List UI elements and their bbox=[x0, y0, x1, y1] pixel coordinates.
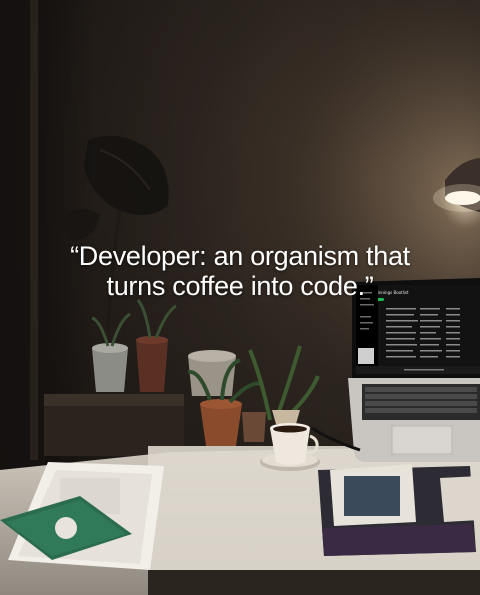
curtain bbox=[0, 0, 46, 470]
photo-frame: Beginnings Bootlist “Developer: an organ… bbox=[0, 0, 480, 595]
laptop: Beginnings Bootlist bbox=[348, 278, 480, 462]
wooden-shelf bbox=[44, 394, 184, 406]
quote-line-2: turns coffee into code.” bbox=[106, 271, 374, 301]
quote-text: “Developer: an organism that turns coffe… bbox=[40, 241, 440, 301]
quote-line-1: “Developer: an organism that bbox=[70, 241, 410, 271]
trackpad bbox=[391, 425, 453, 455]
book-stack bbox=[318, 464, 480, 556]
